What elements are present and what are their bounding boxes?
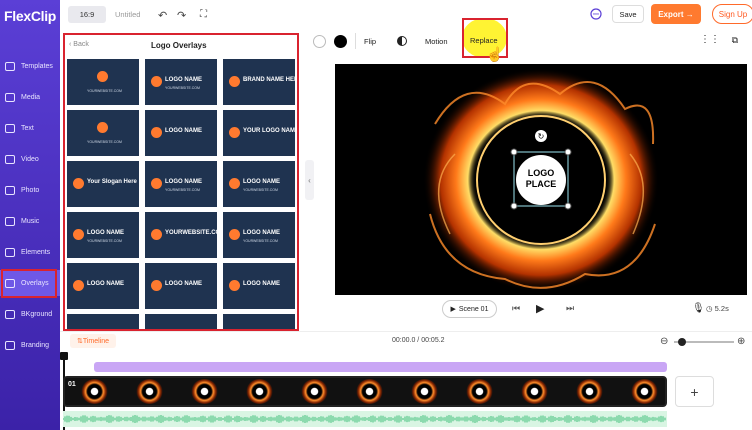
- clip-frame: [521, 379, 548, 404]
- stroke-color-swatch[interactable]: [313, 35, 326, 48]
- sidebar-item-photo[interactable]: Photo: [0, 177, 60, 203]
- time-display: 00:00.0 / 00:05.2: [392, 337, 445, 344]
- app-logo[interactable]: FlexClip: [4, 8, 56, 24]
- zoom-out-icon[interactable]: ⊖: [660, 336, 668, 347]
- clip-frame: [136, 379, 163, 404]
- scene-select-button[interactable]: ▶ Scene 01: [442, 300, 497, 318]
- bkground-icon: [5, 309, 15, 319]
- sidebar-item-label: BKground: [21, 310, 53, 318]
- prev-icon[interactable]: ⏮: [512, 303, 520, 314]
- media-icon: [5, 92, 15, 102]
- feedback-icon[interactable]: [590, 8, 602, 23]
- audio-track[interactable]: [63, 411, 667, 427]
- play-icon: ▶: [450, 306, 456, 313]
- panel-highlight: [63, 33, 299, 331]
- clip-frame: [631, 379, 658, 404]
- clip-frame: [356, 379, 383, 404]
- play-button[interactable]: ▶: [536, 302, 544, 315]
- svg-text:↻: ↻: [538, 132, 545, 141]
- grid-icon[interactable]: ⋮⋮: [700, 34, 720, 45]
- clip-index: 01: [68, 381, 76, 388]
- sidebar-item-video[interactable]: Video: [0, 146, 60, 172]
- sidebar-item-media[interactable]: Media: [0, 84, 60, 110]
- logo-placeholder-text[interactable]: LOGO PLACE: [521, 168, 561, 190]
- clip-frame: [301, 379, 328, 404]
- text-icon: [5, 123, 15, 133]
- sidebar-item-label: Music: [21, 217, 40, 225]
- sidebar-item-label: Elements: [21, 248, 51, 256]
- sidebar-item-label: Video: [21, 155, 39, 163]
- fill-color-swatch[interactable]: [334, 35, 347, 48]
- elements-icon: [5, 247, 15, 257]
- sidebar-item-label: Media: [21, 93, 41, 101]
- audio-waveform: [63, 415, 666, 423]
- clip-frame: [576, 379, 603, 404]
- signup-button[interactable]: Sign Up: [712, 4, 752, 24]
- next-icon[interactable]: ⏭: [566, 303, 574, 314]
- flip-button[interactable]: Flip: [364, 37, 376, 46]
- clip-frame: [81, 379, 108, 404]
- save-button[interactable]: Save: [612, 5, 644, 23]
- sidebar-item-label: Branding: [21, 341, 50, 349]
- hand-cursor-icon: ☝: [486, 46, 504, 62]
- branding-icon: [5, 340, 15, 350]
- redo-icon[interactable]: ↷: [177, 9, 186, 22]
- zoom-slider-handle[interactable]: [678, 338, 686, 346]
- templates-icon: [5, 61, 15, 71]
- toolbar-divider: [355, 33, 356, 49]
- clip-frame: [466, 379, 493, 404]
- fullscreen-icon[interactable]: ⛶: [200, 9, 207, 20]
- sidebar-item-music[interactable]: Music: [0, 208, 60, 234]
- sidebar-item-templates[interactable]: Templates: [0, 53, 60, 79]
- clip-frame: [246, 379, 273, 404]
- sidebar-item-label: Text: [21, 124, 34, 132]
- sidebar-item-label: Photo: [21, 186, 40, 194]
- video-track[interactable]: 01: [63, 376, 667, 407]
- aspect-ratio-button[interactable]: 16:9: [68, 6, 106, 23]
- edit-toolbar: Flip Motion ⧉ ⋮⋮: [305, 30, 752, 52]
- video-canvas[interactable]: ↻ LOGO PLACE: [335, 64, 747, 295]
- motion-button[interactable]: Motion: [425, 37, 448, 46]
- clip-frame: [411, 379, 438, 404]
- clip-frame: [191, 379, 218, 404]
- export-button[interactable]: Export →: [651, 4, 701, 24]
- sidebar-item-elements[interactable]: Elements: [0, 239, 60, 265]
- undo-icon[interactable]: ↶: [158, 9, 167, 22]
- sidebar-item-text[interactable]: Text: [0, 115, 60, 141]
- collapse-panel-button[interactable]: ‹: [305, 160, 314, 200]
- music-icon: [5, 216, 15, 226]
- duration-display: ◷ 5.2s: [706, 304, 729, 313]
- overlays-highlight: [1, 269, 57, 298]
- sidebar-item-label: Templates: [21, 62, 53, 70]
- video-icon: [5, 154, 15, 164]
- timeline-tab[interactable]: ⇅ Timeline: [70, 334, 116, 348]
- microphone-icon[interactable]: 🎙: [692, 303, 705, 314]
- photo-icon: [5, 185, 15, 195]
- overlay-track[interactable]: [94, 362, 667, 372]
- sidebar-item-bkground[interactable]: BKground: [0, 301, 60, 327]
- add-scene-button[interactable]: +: [675, 376, 714, 407]
- opacity-icon[interactable]: [397, 36, 407, 46]
- zoom-in-icon[interactable]: ⊕: [737, 336, 745, 347]
- project-title[interactable]: Untitled: [115, 10, 140, 19]
- sidebar-item-branding[interactable]: Branding: [0, 332, 60, 358]
- layers-icon[interactable]: ⧉: [732, 35, 738, 46]
